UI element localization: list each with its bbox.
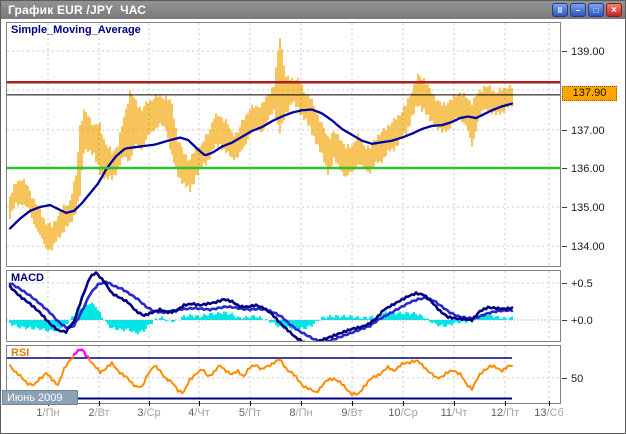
time-axis-label: 12/Пт	[491, 407, 519, 419]
macd-label: MACD	[11, 272, 44, 284]
time-axis-tick	[250, 401, 251, 406]
pause-icon: II	[558, 6, 562, 15]
macd-plot[interactable]	[7, 271, 560, 341]
time-axis-label: 13/Сб	[534, 407, 564, 419]
macd-scale-tick	[562, 320, 567, 321]
time-axis-label: 10/Ср	[388, 407, 417, 419]
maximize-icon: □	[594, 6, 599, 15]
close-button[interactable]: ×	[606, 3, 622, 17]
price-scale: 139.00 137.00 136.00 135.00 134.00 +0.5 +0.0 50	[561, 19, 625, 419]
pause-button[interactable]: II	[552, 3, 568, 17]
rsi-label: RSI	[11, 347, 29, 359]
price-scale-label: 134.00	[571, 241, 605, 253]
price-scale-tick	[562, 130, 567, 131]
window-controls: II – □ ×	[552, 3, 622, 17]
time-axis-label: 1/Пн	[36, 407, 59, 419]
minimize-icon: –	[576, 6, 580, 15]
price-scale-label: 135.00	[571, 202, 605, 214]
close-icon: ×	[611, 5, 617, 16]
chart-content: Simple_Moving_Average MACD RSI 139.00 137…	[1, 19, 625, 434]
price-scale-label: 137.00	[571, 125, 605, 137]
price-scale-tick	[562, 207, 567, 208]
time-axis-label: 3/Ср	[137, 407, 160, 419]
price-scale-tick	[562, 51, 567, 52]
price-scale-tick	[562, 246, 567, 247]
current-price-badge: 137.90	[562, 86, 617, 101]
window-title: График EUR /JPY ЧАС	[1, 3, 146, 17]
time-axis-label: 8/Пн	[289, 407, 312, 419]
time-axis-label: 2/Вт	[88, 407, 109, 419]
macd-scale-label: +0.0	[571, 315, 593, 327]
macd-scale-label: +0.5	[571, 278, 593, 290]
time-axis-tick	[549, 401, 550, 406]
maximize-button[interactable]: □	[588, 3, 604, 17]
time-axis-tick	[301, 401, 302, 406]
time-axis-tick	[352, 401, 353, 406]
sma-label: Simple_Moving_Average	[11, 24, 141, 36]
time-axis-tick	[149, 401, 150, 406]
time-axis-tick	[505, 401, 506, 406]
rsi-scale-label: 50	[571, 373, 583, 385]
month-badge: Июнь 2009	[2, 390, 78, 405]
time-axis-label: 4/Чт	[188, 407, 210, 419]
rsi-plot[interactable]	[7, 346, 560, 403]
price-scale-label: 139.00	[571, 46, 605, 58]
price-scale-tick	[562, 168, 567, 169]
macd-panel[interactable]: MACD	[6, 270, 561, 342]
time-axis-tick	[199, 401, 200, 406]
price-plot[interactable]	[7, 23, 560, 266]
time-axis-label: 11/Чт	[441, 407, 468, 419]
time-axis: 1/Пн 2/Вт 3/Ср 4/Чт 5/Пт 8/Пн 9/Вт 10/Ср 11/Чт 12…	[1, 400, 625, 424]
time-axis-label: 9/Вт	[341, 407, 362, 419]
time-axis-tick	[403, 401, 404, 406]
rsi-panel[interactable]: RSI	[6, 345, 561, 404]
macd-scale-tick	[562, 283, 567, 284]
chart-window: График EUR /JPY ЧАС II – □ × Simple_Movi…	[0, 0, 626, 434]
title-bar[interactable]: График EUR /JPY ЧАС II – □ ×	[1, 1, 625, 19]
price-scale-label: 136.00	[571, 163, 605, 175]
rsi-scale-tick	[562, 378, 567, 379]
price-panel[interactable]: Simple_Moving_Average	[6, 22, 561, 267]
time-axis-label: 5/Пт	[239, 407, 261, 419]
time-axis-tick	[99, 401, 100, 406]
minimize-button[interactable]: –	[570, 3, 586, 17]
time-axis-tick	[454, 401, 455, 406]
